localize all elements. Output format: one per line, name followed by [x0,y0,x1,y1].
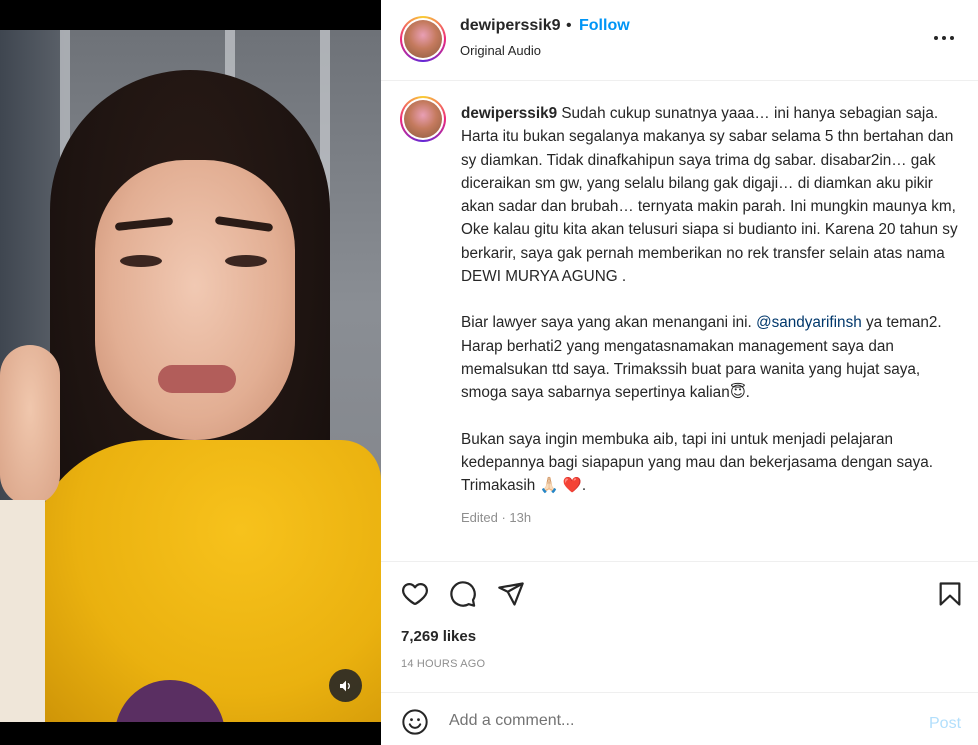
edited-timestamp: Edited · 13h [461,510,532,525]
caption-text: Biar lawyer saya yang akan menangani ini… [461,314,757,332]
emoji-button[interactable] [401,708,431,738]
video-subject-eye [120,255,162,267]
divider [381,561,978,562]
caption-section: dewiperssik9 Sudah cukup sunatnya yaaa… … [381,82,978,562]
caption-text: Sudah cukup sunatnya yaaa… ini hanya seb… [461,105,958,286]
video-subject-sleeve [0,500,45,722]
video-subject-face [95,160,295,440]
comment-bar: Post [381,692,978,745]
more-options-icon[interactable] [934,30,958,46]
video-subject-mouth [158,365,236,393]
emoji-icon [402,709,428,735]
mention-link[interactable]: @sandyarifinsh [756,314,862,331]
like-button[interactable] [401,580,429,608]
video-subject-eye [225,255,267,267]
reel-video[interactable] [0,30,381,722]
post-timestamp: 14 HOURS AGO [401,658,486,670]
instagram-post-view: dewiperssik9 • Follow Original Audio dew… [0,0,978,745]
post-details-panel: dewiperssik9 • Follow Original Audio dew… [381,0,978,745]
video-subject-fist [0,345,60,505]
post-comment-button[interactable]: Post [929,715,961,733]
likes-count[interactable]: 7,269 likes [401,628,476,645]
comment-input[interactable] [449,707,889,735]
avatar-image [404,100,442,138]
caption-avatar[interactable] [400,96,446,142]
video-subject-shirt [30,440,381,722]
caption-text: Bukan saya ingin membuka aib, tapi ini u… [461,430,934,495]
avatar[interactable] [400,16,446,62]
caption-username[interactable]: dewiperssik9 [461,105,557,122]
comment-button[interactable] [449,580,477,608]
separator-dot: • [566,17,572,34]
post-author-username[interactable]: dewiperssik9 [460,17,561,35]
share-button[interactable] [497,580,525,608]
audio-link[interactable]: Original Audio [460,43,541,58]
save-button[interactable] [936,580,964,608]
comment-icon [450,581,476,607]
speaker-icon [339,680,350,691]
post-header: dewiperssik9 • Follow Original Audio [381,0,978,81]
share-icon [498,582,524,606]
post-caption: dewiperssik9 Sudah cukup sunatnya yaaa… … [461,102,961,520]
media-panel [0,0,381,745]
avatar-image [404,20,442,58]
follow-button[interactable]: Follow [579,17,630,35]
bookmark-icon [939,582,961,606]
heart-icon [401,582,429,606]
mute-button[interactable] [329,669,362,702]
